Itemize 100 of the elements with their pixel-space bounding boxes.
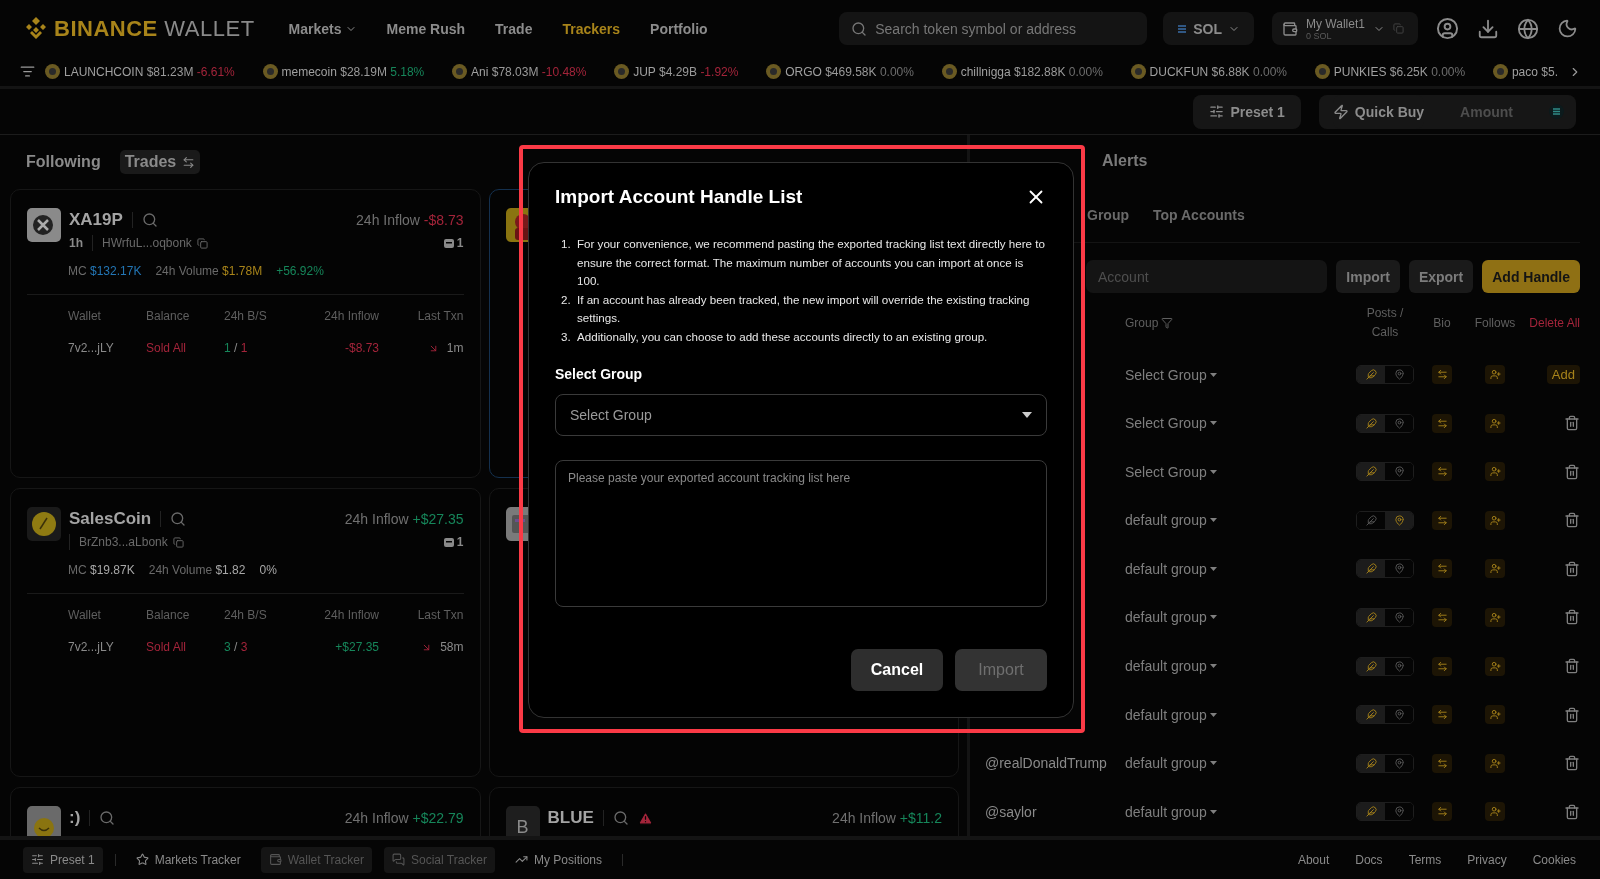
- group-dropdown[interactable]: default group: [1125, 658, 1217, 674]
- list-input[interactable]: Please paste your exported account tracking list here: [555, 460, 1047, 607]
- posts-calls-toggle[interactable]: [1356, 802, 1414, 822]
- posts-calls-toggle[interactable]: [1356, 559, 1414, 579]
- view-tab[interactable]: Following: [21, 150, 106, 174]
- delete-icon[interactable]: [1564, 803, 1580, 820]
- nav-link[interactable]: Trackers: [562, 20, 621, 37]
- group-select[interactable]: Select Group: [555, 394, 1047, 436]
- ticker-item[interactable]: memecoin $28.19M 5.18%: [281, 64, 425, 79]
- bio-button[interactable]: [1432, 462, 1452, 482]
- copy-icon[interactable]: [172, 536, 184, 548]
- ticker-item[interactable]: LAUNCHCOIN $81.23M -6.61%: [64, 64, 235, 79]
- token-card[interactable]: XA19P 24h Inflow -$8.73 1h HWrfuL...oqbonk 1 MC $132.17K 24h Volume $1.78M +56.92% Wallet Balance 24h B/S 24h Inflow Last Txn 7v2...jLY Sold All 1 / 1 -$8.73 1m: [10, 189, 481, 478]
- bio-button[interactable]: [1432, 705, 1452, 725]
- follows-button[interactable]: [1485, 510, 1505, 530]
- moon-icon[interactable]: [1557, 18, 1578, 39]
- delete-icon[interactable]: [1564, 706, 1580, 723]
- group-dropdown[interactable]: default group: [1125, 755, 1217, 772]
- delete-icon[interactable]: [1564, 658, 1580, 674]
- action-button[interactable]: Export: [1408, 259, 1474, 294]
- filter-tab[interactable]: Top Accounts: [1153, 206, 1245, 223]
- follows-button[interactable]: [1485, 802, 1505, 822]
- group-dropdown[interactable]: default group: [1125, 560, 1217, 577]
- footer-link[interactable]: Docs: [1355, 852, 1383, 867]
- action-button[interactable]: Import: [1336, 259, 1400, 294]
- token-card[interactable]: B BLUE 24h Inflow +$11.2: [488, 787, 959, 836]
- footer-link[interactable]: About: [1297, 852, 1330, 867]
- bio-button[interactable]: [1432, 607, 1452, 627]
- follows-button[interactable]: [1485, 607, 1505, 627]
- tracker-tab[interactable]: Markets Tracker: [127, 846, 249, 873]
- bio-button[interactable]: [1432, 365, 1452, 385]
- token-card[interactable]: SalesCoin 24h Inflow +$27.35 BrZnb3...aLbonk 1 MC $19.87K 24h Volume $1.82 0% Wallet Balance 24h B/S 24h Inflow Last Txn 7v2...jLY Sold All 3 / 3 +$27.35 58m: [10, 488, 481, 777]
- nav-link[interactable]: Trade: [495, 20, 533, 37]
- follows-button[interactable]: [1485, 705, 1505, 725]
- search-icon[interactable]: [141, 212, 158, 228]
- group-dropdown[interactable]: Select Group: [1125, 415, 1217, 432]
- posts-calls-toggle[interactable]: [1356, 705, 1414, 725]
- follows-button[interactable]: [1485, 559, 1505, 579]
- group-dropdown[interactable]: default group: [1125, 803, 1217, 820]
- group-dropdown[interactable]: default group: [1125, 609, 1217, 626]
- bio-button[interactable]: [1432, 413, 1452, 433]
- view-tab[interactable]: Trades: [119, 150, 201, 174]
- group-dropdown[interactable]: Select Group: [1125, 366, 1217, 383]
- ticker-item[interactable]: Ani $78.03M -10.48%: [471, 64, 587, 79]
- account-icon[interactable]: [1436, 17, 1459, 40]
- posts-calls-toggle[interactable]: [1356, 462, 1414, 482]
- ticker-item[interactable]: ORGO $469.58K 0.00%: [785, 64, 914, 79]
- search-field[interactable]: Search token symbol or address: [839, 12, 1148, 45]
- footer-link[interactable]: Cookies: [1532, 852, 1576, 867]
- follows-button[interactable]: [1485, 365, 1505, 385]
- delete-icon[interactable]: [1564, 463, 1580, 480]
- ticker-item[interactable]: paco $5.: [1511, 64, 1558, 79]
- search-icon[interactable]: [99, 810, 116, 826]
- footer-link[interactable]: Terms: [1408, 852, 1442, 867]
- dialog-button[interactable]: Cancel: [851, 649, 943, 691]
- ticker-item[interactable]: PUNKIES $6.25K 0.00%: [1333, 64, 1466, 79]
- delete-icon[interactable]: [1564, 609, 1580, 626]
- ticker-item[interactable]: DUCKFUN $6.88K 0.00%: [1149, 64, 1287, 79]
- delete-icon[interactable]: [1564, 512, 1580, 529]
- delete-icon[interactable]: [1564, 415, 1580, 432]
- bio-button[interactable]: [1432, 510, 1452, 530]
- chain-selector[interactable]: SOL: [1163, 12, 1254, 45]
- add-button[interactable]: Add: [1546, 365, 1580, 385]
- panel-tab[interactable]: Alerts: [1102, 152, 1148, 171]
- footer-link[interactable]: Privacy: [1467, 852, 1507, 867]
- delete-icon[interactable]: [1564, 755, 1580, 772]
- globe-icon[interactable]: [1517, 17, 1539, 40]
- follows-button[interactable]: [1485, 462, 1505, 482]
- filter-icon[interactable]: [20, 64, 35, 79]
- nav-link[interactable]: Portfolio: [650, 20, 708, 37]
- filter-tab[interactable]: Group: [1087, 206, 1129, 223]
- follows-button[interactable]: [1485, 656, 1505, 676]
- bio-button[interactable]: [1432, 656, 1452, 676]
- group-dropdown[interactable]: default group: [1125, 512, 1217, 529]
- filter-icon[interactable]: [1161, 316, 1174, 329]
- tracker-tab[interactable]: My Positions: [507, 846, 611, 873]
- preset-button[interactable]: Preset 1: [1193, 94, 1301, 129]
- group-dropdown[interactable]: Select Group: [1125, 463, 1217, 480]
- posts-calls-toggle[interactable]: [1356, 365, 1414, 385]
- follows-button[interactable]: [1485, 753, 1505, 773]
- download-icon[interactable]: [1477, 17, 1499, 40]
- group-dropdown[interactable]: default group: [1125, 706, 1217, 723]
- action-button[interactable]: Add Handle: [1482, 259, 1580, 294]
- bio-button[interactable]: [1432, 559, 1452, 579]
- search-icon[interactable]: [612, 810, 629, 826]
- ticker-item[interactable]: chillnigga $182.88K 0.00%: [960, 64, 1103, 79]
- bio-button[interactable]: [1432, 753, 1452, 773]
- delete-all-link[interactable]: Delete All: [1529, 315, 1580, 330]
- follows-button[interactable]: [1485, 413, 1505, 433]
- delete-icon[interactable]: [1564, 560, 1580, 577]
- bio-button[interactable]: [1432, 802, 1452, 822]
- posts-calls-toggle[interactable]: [1356, 510, 1414, 530]
- posts-calls-toggle[interactable]: [1356, 607, 1414, 627]
- nav-link[interactable]: Markets: [288, 20, 357, 37]
- posts-calls-toggle[interactable]: [1356, 753, 1414, 773]
- copy-icon[interactable]: [196, 237, 208, 249]
- posts-calls-toggle[interactable]: [1356, 413, 1414, 433]
- ticker-item[interactable]: JUP $4.29B -1.92%: [633, 64, 739, 79]
- token-card[interactable]: :) 24h Inflow +$22.79: [10, 787, 481, 836]
- nav-link[interactable]: Meme Rush: [386, 20, 466, 37]
